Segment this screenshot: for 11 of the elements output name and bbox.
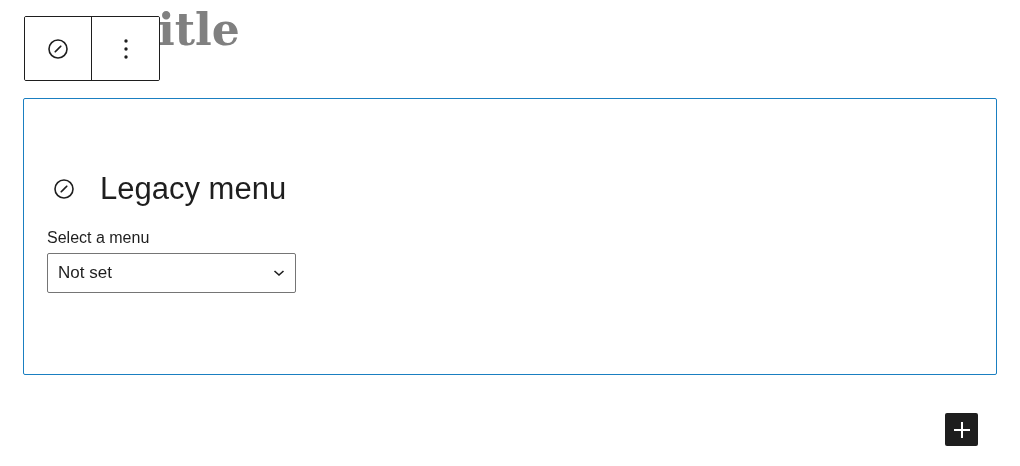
plus-icon [952, 420, 971, 439]
block-type-button[interactable] [25, 17, 92, 80]
compass-icon [52, 177, 76, 201]
chevron-down-icon [273, 269, 285, 277]
compass-icon [46, 36, 70, 61]
post-title[interactable]: itle [158, 4, 240, 55]
add-block-button[interactable] [945, 413, 978, 446]
block-heading: Legacy menu [100, 171, 287, 207]
select-label: Select a menu [47, 228, 151, 248]
more-options-icon [123, 38, 128, 59]
menu-select[interactable]: Not set [47, 253, 296, 293]
